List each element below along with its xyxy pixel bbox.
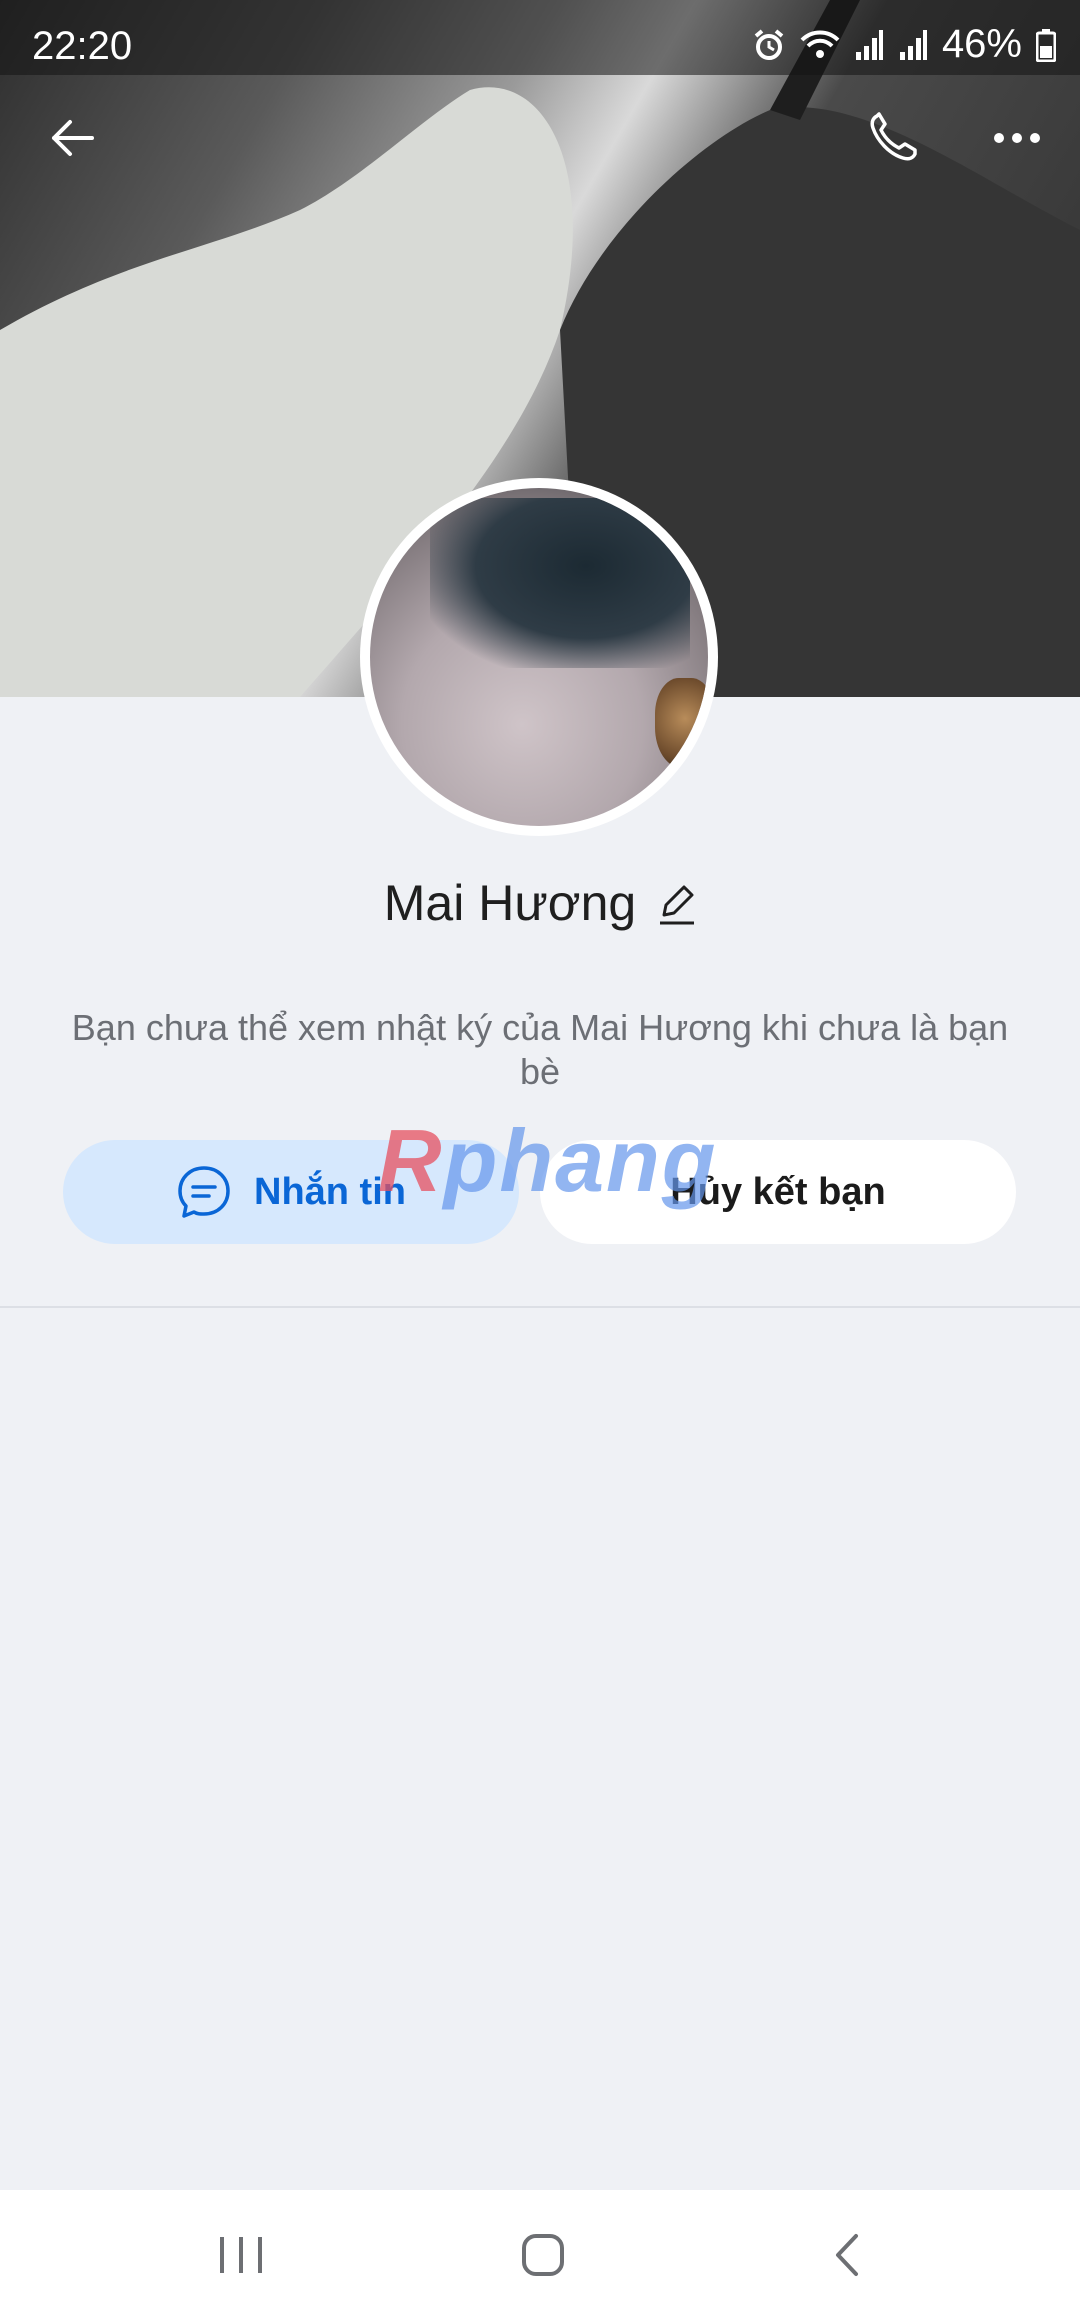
- recent-apps-icon: [220, 2237, 262, 2273]
- call-button[interactable]: [848, 93, 938, 183]
- back-arrow-icon: [52, 120, 94, 156]
- home-icon: [522, 2234, 564, 2276]
- diary-restriction-notice: Bạn chưa thể xem nhật ký của Mai Hương k…: [71, 1007, 1009, 1092]
- battery-percentage: 46%: [941, 22, 1022, 66]
- recent-apps-button[interactable]: [196, 2210, 286, 2300]
- avatar: [370, 488, 708, 826]
- chevron-left-icon: [836, 2234, 858, 2276]
- avatar-hair: [430, 498, 690, 668]
- phone-icon: [870, 112, 917, 161]
- watermark-logo: Rphang: [378, 1111, 718, 1210]
- status-icons: 46%: [752, 22, 1056, 67]
- status-bar: 22:20 46%: [0, 0, 1080, 75]
- wifi-icon: [800, 30, 840, 58]
- home-button[interactable]: [498, 2210, 588, 2300]
- profile-name-row: Mai Hương: [0, 874, 1080, 932]
- status-time: 22:20: [32, 24, 133, 68]
- signal-icon: [855, 29, 883, 60]
- more-button[interactable]: [972, 93, 1062, 183]
- edit-pencil-icon[interactable]: [656, 881, 696, 925]
- profile-name: Mai Hương: [383, 875, 637, 931]
- more-icon: [994, 133, 1040, 143]
- battery-icon: [1036, 28, 1056, 62]
- chat-bubble-icon: [178, 1166, 230, 1218]
- back-button[interactable]: [28, 93, 118, 183]
- avatar-frame[interactable]: [360, 478, 718, 836]
- alarm-icon: [754, 28, 784, 60]
- avatar-cat-sticker: [655, 678, 708, 768]
- signal-icon: [899, 29, 927, 60]
- system-nav-bar: [0, 2190, 1080, 2316]
- section-divider: [0, 1306, 1080, 1308]
- system-back-button[interactable]: [802, 2210, 892, 2300]
